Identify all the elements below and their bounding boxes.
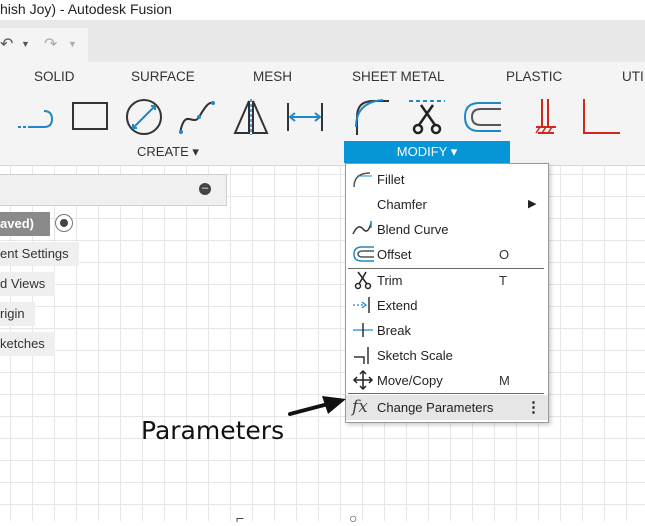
menu-item-trim[interactable]: Trim T <box>346 268 548 293</box>
fillet-tool-icon[interactable] <box>353 97 393 137</box>
menu-item-label: Sketch Scale <box>377 348 453 363</box>
menu-item-break[interactable]: Break <box>346 318 548 343</box>
blend-curve-icon <box>352 221 372 235</box>
browser-node-named-views[interactable]: d Views <box>0 272 56 296</box>
redo-icon[interactable]: ↷ <box>44 34 57 54</box>
tab-plastic[interactable]: PLASTIC <box>506 69 562 84</box>
menu-item-fillet[interactable]: Fillet <box>346 167 548 192</box>
create-group-label[interactable]: CREATE ▾ <box>137 143 199 163</box>
trim-icon <box>354 271 372 290</box>
tab-solid[interactable]: SOLID <box>34 69 75 84</box>
offset-icon <box>353 246 374 262</box>
menu-item-extend[interactable]: Extend <box>346 293 548 318</box>
menu-item-label: Extend <box>377 298 418 313</box>
menu-item-label: Change Parameters <box>377 400 494 415</box>
sketch-scale-icon <box>354 347 369 364</box>
browser-node-origin[interactable]: rigin <box>0 302 35 326</box>
shortcut-key: T <box>499 273 507 288</box>
annotation-arrow-icon <box>288 396 346 416</box>
extend-icon <box>353 297 370 313</box>
circle-icon[interactable] <box>124 97 164 137</box>
tab-sheet-metal[interactable]: SHEET METAL <box>352 69 445 84</box>
undo-icon[interactable]: ↶ <box>0 34 13 54</box>
trim-tool-icon[interactable] <box>407 97 447 137</box>
break-icon <box>353 323 373 337</box>
line-icon[interactable] <box>16 97 56 137</box>
menu-item-sketch-scale[interactable]: Sketch Scale <box>346 343 548 368</box>
menu-item-chamfer[interactable]: Chamfer ▶ <box>346 192 548 217</box>
offset-tool-icon[interactable] <box>461 97 501 137</box>
modify-group-button[interactable]: MODIFY ▾ <box>344 141 510 163</box>
annotation-label: Parameters <box>141 416 285 445</box>
menu-item-blend-curve[interactable]: Blend Curve <box>346 217 548 242</box>
origin-axis-icon: ⌐ <box>236 510 245 526</box>
menu-item-label: Move/Copy <box>377 373 443 388</box>
redo-dropdown-icon[interactable]: ▼ <box>68 39 77 49</box>
submenu-arrow-icon: ▶ <box>528 198 537 210</box>
quick-access-strip <box>0 20 645 62</box>
more-options-icon[interactable]: ⋮ <box>526 395 541 420</box>
browser-node-document-settings[interactable]: ent Settings <box>0 242 79 266</box>
menu-item-label: Fillet <box>377 172 405 187</box>
constraint-icon[interactable] <box>530 97 570 137</box>
menu-item-label: Trim <box>377 273 403 288</box>
menu-item-offset[interactable]: Offset O <box>346 242 548 267</box>
menu-item-label: Chamfer <box>377 197 427 212</box>
menu-item-change-parameters[interactable]: fx Change Parameters ⋮ <box>346 395 548 420</box>
tab-utilities[interactable]: UTI <box>622 69 644 84</box>
shortcut-key: M <box>499 373 510 388</box>
fillet-icon <box>353 172 372 188</box>
dimension-icon[interactable] <box>285 97 325 137</box>
menu-item-label: Blend Curve <box>377 222 449 237</box>
menu-separator <box>348 393 544 394</box>
shortcut-key: O <box>499 247 510 262</box>
rectangle-icon[interactable] <box>70 97 110 137</box>
tab-surface[interactable]: SURFACE <box>131 69 195 84</box>
mirror-icon[interactable] <box>231 97 271 137</box>
menu-item-label: Offset <box>377 247 412 262</box>
modify-dropdown-menu: Fillet Chamfer ▶ Blend Curve Offset O Tr… <box>345 163 549 423</box>
browser-node-sketches[interactable]: ketches <box>0 332 55 356</box>
fx-icon: fx <box>352 397 368 417</box>
undo-dropdown-icon[interactable]: ▼ <box>21 39 30 49</box>
activate-radio-icon[interactable] <box>55 214 73 232</box>
browser-header <box>0 174 227 206</box>
origin-point-icon: ○ <box>349 510 358 526</box>
spline-icon[interactable] <box>177 97 217 137</box>
menu-item-move-copy[interactable]: Move/Copy M <box>346 368 548 393</box>
window-title: hish Joy) - Autodesk Fusion <box>0 0 645 20</box>
move-icon <box>352 370 374 390</box>
collapse-icon[interactable]: – <box>199 183 211 195</box>
tab-mesh[interactable]: MESH <box>253 69 292 84</box>
browser-node-document[interactable]: aved) <box>0 212 50 236</box>
perpendicular-icon[interactable] <box>580 97 620 137</box>
menu-item-label: Break <box>377 323 411 338</box>
